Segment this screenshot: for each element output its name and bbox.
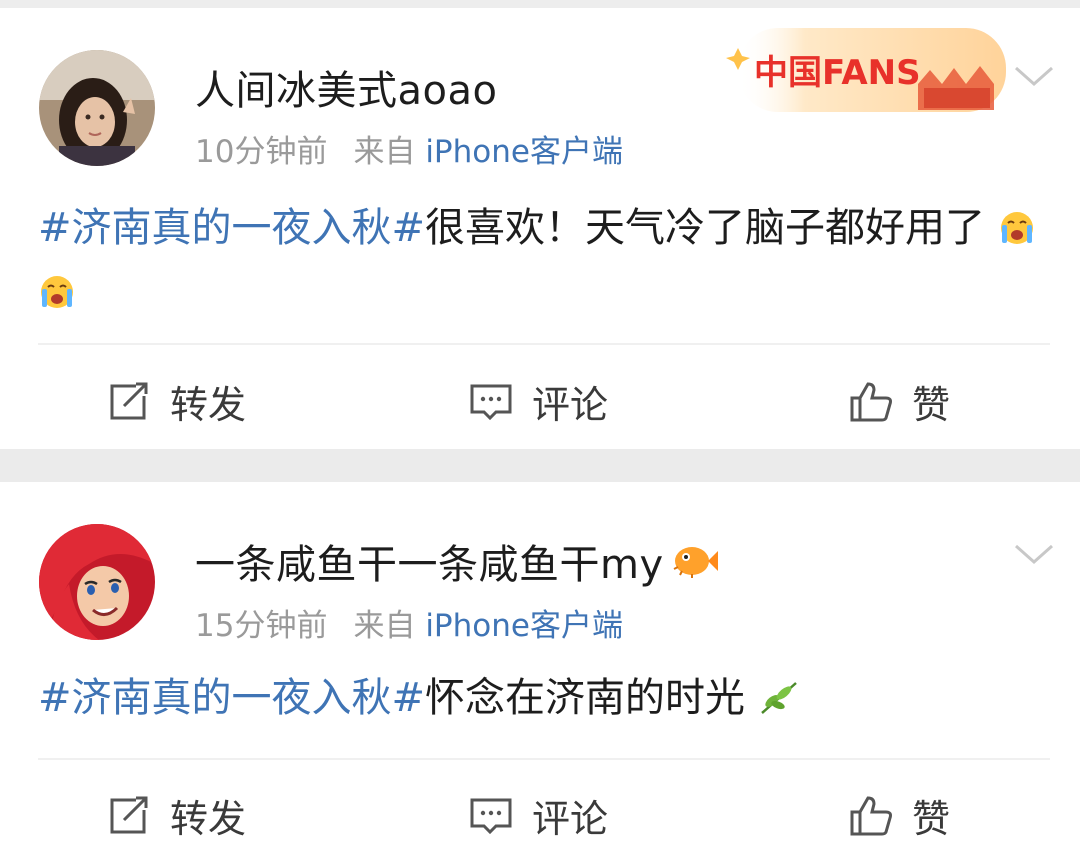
thumbs-up-icon (850, 381, 892, 421)
leaf-icon (758, 672, 800, 714)
pufferfish-icon (670, 541, 720, 581)
avatar[interactable] (39, 50, 155, 166)
post-card: 一条咸鱼干一条咸鱼干my 15分钟前 来自 iPhone客户端 #济南真的一夜入秋… (0, 482, 1080, 858)
top-strip (0, 0, 1080, 8)
source-prefix: 来自 (353, 134, 416, 170)
crying-face-icon (998, 202, 1036, 244)
repost-button[interactable]: 转发 (106, 374, 246, 429)
source-link[interactable]: iPhone客户端 (425, 608, 623, 644)
username-text: 一条咸鱼干一条咸鱼干my (195, 542, 664, 588)
post-time: 15分钟前 (195, 608, 328, 644)
source-prefix: 来自 (353, 608, 416, 644)
comment-button[interactable]: 评论 (468, 788, 608, 843)
post-text: #济南真的一夜入秋#很喜欢！天气冷了脑子都好用了 (38, 196, 1048, 324)
username[interactable]: 一条咸鱼干一条咸鱼干my (195, 532, 720, 590)
topic-link[interactable]: #济南真的一夜入秋# (38, 675, 425, 721)
crying-face-icon (38, 266, 76, 308)
like-label: 赞 (912, 797, 951, 841)
comment-label: 评论 (532, 797, 609, 841)
comment-label: 评论 (532, 383, 609, 427)
post-body: 怀念在济南的时光 (425, 675, 746, 721)
divider (38, 758, 1050, 760)
badge-text: 中国FANS (754, 53, 921, 93)
post-card: 人间冰美式aoao 10分钟前 来自 iPhone客户端 中国FANS #济南真的… (0, 8, 1080, 449)
like-button[interactable]: 赞 (848, 788, 950, 843)
like-label: 赞 (912, 383, 951, 427)
post-text: #济南真的一夜入秋#怀念在济南的时光 (38, 666, 1048, 730)
chevron-down-icon[interactable] (1012, 62, 1056, 90)
repost-label: 转发 (170, 797, 247, 841)
repost-button[interactable]: 转发 (106, 788, 246, 843)
topic-link[interactable]: #济南真的一夜入秋# (38, 205, 425, 251)
avatar[interactable] (39, 524, 155, 640)
share-icon (110, 382, 148, 419)
comment-icon (470, 798, 512, 834)
post-time: 10分钟前 (195, 134, 328, 170)
china-fans-badge[interactable]: 中国FANS (718, 14, 1008, 118)
comment-icon (470, 384, 512, 420)
post-body: 很喜欢！天气冷了脑子都好用了 (425, 205, 986, 251)
repost-label: 转发 (170, 383, 247, 427)
post-meta: 10分钟前 来自 iPhone客户端 (195, 126, 623, 171)
divider (38, 343, 1050, 345)
username[interactable]: 人间冰美式aoao (195, 58, 497, 116)
thumbs-up-icon (850, 795, 892, 835)
share-icon (110, 796, 148, 833)
comment-button[interactable]: 评论 (468, 374, 608, 429)
like-button[interactable]: 赞 (848, 374, 950, 429)
post-meta: 15分钟前 来自 iPhone客户端 (195, 600, 623, 645)
chevron-down-icon[interactable] (1012, 540, 1056, 568)
source-link[interactable]: iPhone客户端 (425, 134, 623, 170)
